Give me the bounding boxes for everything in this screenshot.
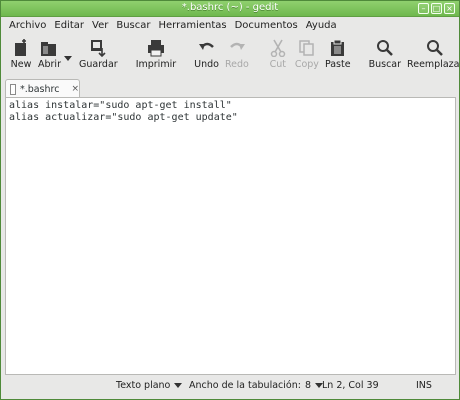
- status-bar: Texto plano Ancho de la tabulación: 8 Ln…: [1, 377, 459, 397]
- menu-archivo[interactable]: Archivo: [5, 20, 50, 31]
- cut-label: Cut: [269, 59, 287, 70]
- undo-button[interactable]: Undo: [191, 35, 222, 75]
- gedit-window: *.bashrc (~) - gedit – □ × Archivo Edita…: [0, 0, 460, 400]
- insert-mode-label: INS: [416, 380, 432, 391]
- save-icon: [87, 38, 109, 58]
- insert-mode: INS: [416, 380, 432, 391]
- new-document-icon: [10, 38, 32, 58]
- menu-herramientas[interactable]: Herramientas: [154, 20, 230, 31]
- find-button[interactable]: Buscar: [366, 35, 404, 75]
- copy-button[interactable]: Copy: [292, 35, 322, 75]
- minimize-button[interactable]: –: [418, 3, 429, 14]
- window-controls: – □ ×: [418, 3, 455, 14]
- recent-files-dropdown[interactable]: [63, 35, 72, 75]
- save-label: Guardar: [78, 59, 118, 70]
- clipboard-icon: [327, 38, 349, 58]
- redo-icon: [226, 38, 248, 58]
- tab-close-icon[interactable]: ×: [71, 84, 79, 94]
- scissors-icon: [267, 38, 289, 58]
- open-button[interactable]: Abrir: [35, 35, 64, 75]
- copy-label: Copy: [294, 59, 319, 70]
- editor-line: alias actualizar="sudo apt-get update": [9, 112, 238, 123]
- copy-icon: [296, 38, 318, 58]
- close-button[interactable]: ×: [444, 3, 455, 14]
- menu-documentos[interactable]: Documentos: [231, 20, 302, 31]
- print-button[interactable]: Imprimir: [133, 35, 179, 75]
- title-bar[interactable]: *.bashrc (~) - gedit – □ ×: [1, 1, 459, 17]
- window-title: *.bashrc (~) - gedit: [181, 2, 279, 13]
- chevron-down-icon: [174, 383, 183, 388]
- tab-width-label: Ancho de la tabulación:: [189, 380, 301, 391]
- menu-ver[interactable]: Ver: [88, 20, 112, 31]
- editor-line: alias instalar="sudo apt-get install": [9, 100, 232, 111]
- open-label: Abrir: [38, 59, 61, 70]
- paste-button[interactable]: Paste: [322, 35, 354, 75]
- new-label: New: [10, 59, 32, 70]
- replace-label: Reemplazar: [407, 59, 460, 70]
- save-button[interactable]: Guardar: [76, 35, 121, 75]
- text-editor[interactable]: alias instalar="sudo apt-get install" al…: [5, 97, 456, 375]
- menu-bar: Archivo Editar Ver Buscar Herramientas D…: [1, 17, 459, 33]
- menu-buscar[interactable]: Buscar: [112, 20, 154, 31]
- redo-button[interactable]: Redo: [222, 35, 252, 75]
- text-document-icon: [10, 83, 16, 95]
- cursor-position-label: Ln 2, Col 39: [322, 380, 379, 391]
- undo-icon: [196, 38, 218, 58]
- menu-editar[interactable]: Editar: [50, 20, 88, 31]
- tab-bashrc[interactable]: *.bashrc ×: [5, 79, 80, 98]
- find-replace-icon: [424, 38, 446, 58]
- replace-button[interactable]: Reemplazar: [404, 35, 460, 75]
- redo-label: Redo: [224, 59, 249, 70]
- document-tabs: *.bashrc ×: [3, 79, 457, 98]
- tab-width-selector[interactable]: Ancho de la tabulación: 8: [189, 380, 323, 391]
- cursor-position: Ln 2, Col 39: [322, 380, 379, 391]
- search-icon: [374, 38, 396, 58]
- undo-label: Undo: [194, 59, 219, 70]
- find-label: Buscar: [368, 59, 402, 70]
- print-label: Imprimir: [135, 59, 177, 70]
- chevron-down-icon: [63, 55, 72, 61]
- tab-width-value: 8: [304, 380, 311, 391]
- maximize-button[interactable]: □: [431, 3, 442, 14]
- menu-ayuda[interactable]: Ayuda: [302, 20, 341, 31]
- syntax-label: Texto plano: [116, 380, 171, 391]
- new-button[interactable]: New: [7, 35, 35, 75]
- syntax-selector[interactable]: Texto plano: [116, 380, 183, 391]
- cut-button[interactable]: Cut: [264, 35, 292, 75]
- open-folder-icon: [38, 38, 60, 58]
- toolbar: New Abrir Guardar Imprimir Undo Redo Cut…: [1, 35, 460, 77]
- paste-label: Paste: [324, 59, 351, 70]
- printer-icon: [145, 38, 167, 58]
- tab-label: *.bashrc: [19, 83, 60, 95]
